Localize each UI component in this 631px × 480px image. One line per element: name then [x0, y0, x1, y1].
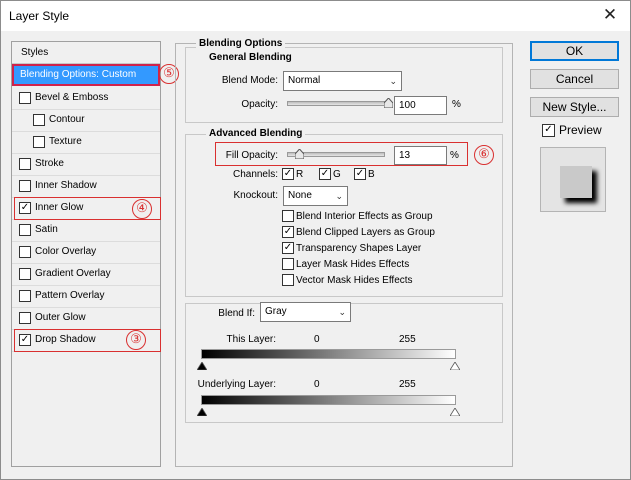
ok-button[interactable]: OK	[530, 41, 619, 61]
style-item-gradient-overlay[interactable]: Gradient Overlay	[12, 264, 160, 286]
chevron-down-icon: ⌄	[338, 307, 346, 317]
blend-if-label: Blend If:	[218, 308, 255, 319]
window-title: Layer Style	[9, 9, 70, 23]
close-icon[interactable]: ✕	[600, 5, 620, 25]
blend-if-select[interactable]: Gray ⌄	[260, 302, 351, 322]
vector-mask-hides-checkbox[interactable]	[282, 274, 294, 286]
this-layer-max: 255	[399, 334, 416, 345]
style-item-label: Inner Shadow	[35, 180, 97, 191]
layer-mask-hides-label: Layer Mask Hides Effects	[296, 259, 410, 270]
texture-checkbox[interactable]	[33, 136, 45, 148]
channel-b-checkbox[interactable]: ✓	[354, 168, 366, 180]
style-item-label: Color Overlay	[35, 246, 97, 257]
this-layer-gradient	[201, 349, 456, 359]
pattern-overlay-checkbox[interactable]	[19, 290, 31, 302]
style-item-label: Texture	[49, 136, 82, 147]
style-item-label: Outer Glow	[35, 312, 86, 323]
stroke-checkbox[interactable]	[19, 158, 31, 170]
style-item-label: Blending Options: Custom	[20, 69, 137, 80]
style-item-stroke[interactable]: Stroke	[12, 154, 160, 176]
style-item-label: Stroke	[35, 158, 64, 169]
layer-mask-hides-checkbox[interactable]	[282, 258, 294, 270]
transparency-shapes-checkbox[interactable]: ✓	[282, 242, 294, 254]
knockout-value: None	[288, 190, 312, 201]
channel-r-label: R	[296, 169, 304, 180]
style-item-satin[interactable]: Satin	[12, 220, 160, 242]
style-item-inner-shadow[interactable]: Inner Shadow	[12, 176, 160, 198]
inner-shadow-checkbox[interactable]	[19, 180, 31, 192]
general-blending-title: General Blending	[206, 52, 295, 63]
underlying-layer-max: 255	[399, 379, 416, 390]
style-item-color-overlay[interactable]: Color Overlay	[12, 242, 160, 264]
preview-label: Preview	[559, 123, 602, 137]
style-item-label: Pattern Overlay	[35, 290, 105, 301]
channel-b-label: B	[368, 169, 375, 180]
gradient-overlay-checkbox[interactable]	[19, 268, 31, 280]
blend-mode-label: Blend Mode:	[221, 75, 278, 86]
vector-mask-hides-label: Vector Mask Hides Effects	[296, 275, 413, 286]
channel-g-checkbox[interactable]: ✓	[319, 168, 331, 180]
underlying-layer-gradient	[201, 395, 456, 405]
blend-clipped-checkbox[interactable]: ✓	[282, 226, 294, 238]
annotation-4: ④	[132, 199, 152, 219]
channel-g-label: G	[333, 169, 341, 180]
opacity-slider-track[interactable]	[287, 101, 388, 106]
style-item-label: Gradient Overlay	[35, 268, 111, 279]
this-layer-min: 0	[314, 334, 320, 345]
layer-style-dialog: Layer Style ✕ Styles Blending Options: C…	[0, 0, 631, 480]
style-item-outer-glow[interactable]: Outer Glow	[12, 308, 160, 330]
underlying-layer-label: Underlying Layer:	[197, 379, 276, 390]
this-layer-white-slider[interactable]	[450, 362, 460, 370]
knockout-label: Knockout:	[233, 190, 278, 201]
annotation-3: ③	[126, 330, 146, 350]
opacity-input[interactable]: 100	[394, 96, 447, 115]
underlying-layer-black-slider[interactable]	[197, 408, 207, 416]
style-item-label: Satin	[35, 224, 58, 235]
underlying-layer-min: 0	[314, 379, 320, 390]
opacity-slider-thumb[interactable]	[383, 98, 393, 108]
title-bar: Layer Style ✕	[1, 1, 630, 31]
style-item-pattern-overlay[interactable]: Pattern Overlay	[12, 286, 160, 308]
contour-checkbox[interactable]	[33, 114, 45, 126]
preview-swatch-icon	[560, 166, 597, 203]
transparency-shapes-label: Transparency Shapes Layer	[296, 243, 422, 254]
cancel-button[interactable]: Cancel	[530, 69, 619, 89]
annotation-box-fill-opacity	[215, 142, 468, 166]
blend-if-value: Gray	[265, 306, 287, 317]
chevron-down-icon: ⌄	[335, 191, 343, 201]
underlying-layer-white-slider[interactable]	[450, 408, 460, 416]
new-style-button[interactable]: New Style...	[530, 97, 619, 117]
blend-interior-checkbox[interactable]	[282, 210, 294, 222]
blend-clipped-label: Blend Clipped Layers as Group	[296, 227, 435, 238]
color-overlay-checkbox[interactable]	[19, 246, 31, 258]
style-item-label: Bevel & Emboss	[35, 92, 109, 103]
channel-r-checkbox[interactable]: ✓	[282, 168, 294, 180]
style-preview	[540, 147, 606, 212]
channels-label: Channels:	[232, 169, 278, 180]
opacity-label: Opacity:	[241, 99, 278, 110]
preview-checkbox[interactable]: ✓	[542, 124, 555, 137]
style-item-texture[interactable]: Texture	[12, 132, 160, 154]
satin-checkbox[interactable]	[19, 224, 31, 236]
blend-mode-select[interactable]: Normal ⌄	[283, 71, 402, 91]
bevel-emboss-checkbox[interactable]	[19, 92, 31, 104]
this-layer-label: This Layer:	[226, 334, 276, 345]
chevron-down-icon: ⌄	[389, 76, 397, 86]
blend-mode-value: Normal	[288, 75, 321, 86]
knockout-select[interactable]: None ⌄	[283, 186, 348, 206]
outer-glow-checkbox[interactable]	[19, 312, 31, 324]
opacity-unit: %	[452, 99, 461, 110]
styles-panel: Styles Blending Options: Custom Bevel & …	[11, 41, 161, 467]
style-item-contour[interactable]: Contour	[12, 110, 160, 132]
styles-header: Styles	[12, 42, 160, 64]
style-item-bevel-emboss[interactable]: Bevel & Emboss	[12, 88, 160, 110]
blending-options-title: Blending Options	[196, 38, 286, 49]
annotation-6: ⑥	[474, 145, 494, 165]
this-layer-black-slider[interactable]	[197, 362, 207, 370]
style-item-blending-options[interactable]: Blending Options: Custom	[12, 64, 160, 86]
advanced-blending-title: Advanced Blending	[206, 128, 306, 139]
blend-interior-label: Blend Interior Effects as Group	[296, 211, 433, 222]
style-item-label: Contour	[49, 114, 85, 125]
